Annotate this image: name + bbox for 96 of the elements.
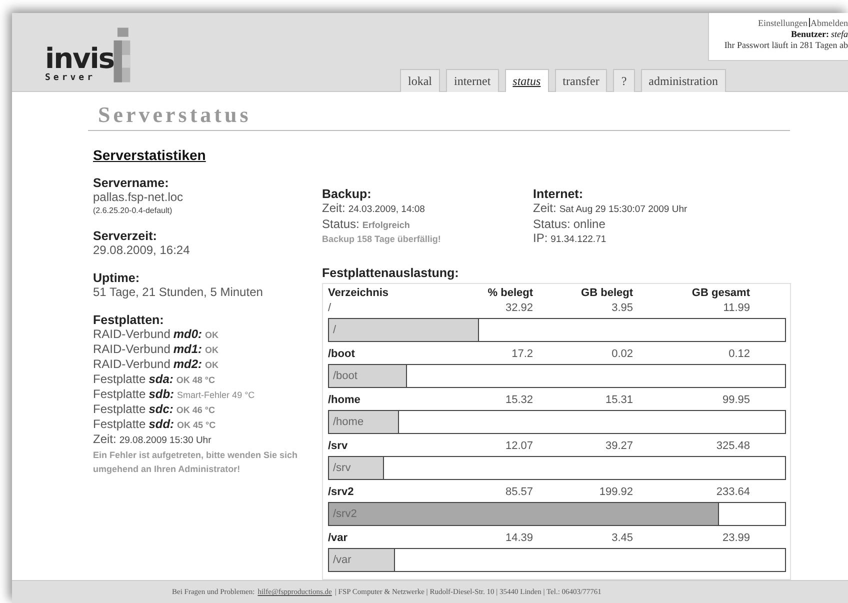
section-heading: Festplattenauslastung: xyxy=(322,266,460,280)
table-cell-text: 15.32 xyxy=(504,394,533,406)
table-cell-text: 39.27 xyxy=(604,440,633,452)
table-cell-text: 85.57 xyxy=(504,486,533,498)
field-value: 24.03.2009, 14:08 xyxy=(348,202,425,217)
disk-label: RAID-Verbund xyxy=(93,356,170,371)
table-cell-text: 32.92 xyxy=(504,302,533,314)
field-label: Zeit: xyxy=(322,200,346,215)
field-label: Status: xyxy=(533,216,570,231)
bar-label: /var xyxy=(333,554,352,566)
user-name: stefa xyxy=(831,29,848,39)
user-link[interactable]: Abmelden xyxy=(810,18,848,28)
table-cell-text: 0.02 xyxy=(610,348,633,360)
field-heading: Uptime: xyxy=(93,270,141,285)
disk-name: sda: xyxy=(148,372,174,386)
backup-warning: Backup 158 Tage überfällig! xyxy=(322,232,441,246)
field-heading: Servername: xyxy=(93,176,170,190)
field-heading: Internet: xyxy=(533,186,584,201)
table-cell-text: 14.39 xyxy=(504,532,533,544)
field-heading: Backup: xyxy=(322,186,372,201)
column-header: % belegt xyxy=(486,287,533,300)
field-value: online xyxy=(573,216,606,231)
table-cell-text: /var xyxy=(328,532,349,544)
disk-label: Festplatte xyxy=(93,386,146,401)
field-label: Zeit: xyxy=(533,200,556,215)
field-label: IP: xyxy=(533,230,548,245)
disk-status: OK xyxy=(205,328,219,342)
disk-name: md2: xyxy=(173,356,202,371)
table-cell-text: 23.99 xyxy=(721,532,750,544)
table-cell-text: 12.07 xyxy=(504,440,533,452)
disk-status: OK 46 °C xyxy=(176,404,216,417)
nav-tab[interactable]: lokal xyxy=(400,68,440,92)
column-header: GB belegt xyxy=(580,287,633,300)
time-label: Zeit: xyxy=(93,432,116,446)
user-link[interactable]: Einstellungen xyxy=(758,18,808,28)
bar-label: / xyxy=(333,324,336,336)
password-note: Ihr Passwort läuft in 281 Tagen ab xyxy=(723,40,848,51)
column-header: GB gesamt xyxy=(690,287,750,300)
table-cell-text: 99.95 xyxy=(721,394,750,406)
nav-tab[interactable]: internet xyxy=(446,68,499,92)
disk-label: RAID-Verbund xyxy=(93,326,170,341)
nav-tab[interactable]: ? xyxy=(613,68,635,92)
field-heading: Serverzeit: xyxy=(93,228,158,243)
field-value: pallas.fsp-net.loc xyxy=(93,190,184,204)
section-title: Serverstatistiken xyxy=(93,146,207,163)
disk-name: md0: xyxy=(173,326,202,341)
bar-label: /srv xyxy=(333,462,351,474)
kernel-version: (2.6.25.20-0.4-default) xyxy=(93,206,174,215)
table-cell-text: 3.95 xyxy=(610,302,633,314)
bar-label: /srv2 xyxy=(333,508,357,520)
bar-label: /home xyxy=(333,416,364,428)
disk-status: OK xyxy=(205,358,219,372)
table-cell-text: 11.99 xyxy=(722,302,750,314)
field-heading: Festplatten: xyxy=(93,312,165,327)
field-label: Status: xyxy=(322,216,360,231)
table-cell-text: /srv2 xyxy=(328,486,355,498)
disk-label: Festplatte xyxy=(93,402,146,416)
table-cell-text: /home xyxy=(328,394,362,406)
time-value: 29.08.2009 15:30 Uhr xyxy=(119,434,212,448)
field-value: 51 Tage, 21 Stunden, 5 Minuten xyxy=(93,284,264,299)
disk-status: OK 48 °C xyxy=(176,374,216,387)
disk-status: OK 45 °C xyxy=(177,418,216,432)
disk-status: Smart-Fehler 49 °C xyxy=(177,388,255,402)
block-tower-icon xyxy=(112,27,132,83)
table-cell-text: 3.45 xyxy=(610,532,633,544)
field-value: 29.08.2009, 16:24 xyxy=(93,242,191,257)
table-cell-text: 233.64 xyxy=(715,486,750,498)
disk-status: OK xyxy=(205,344,219,357)
disk-label: Festplatte xyxy=(93,372,146,386)
logo-subtitle: Server xyxy=(45,73,96,83)
nav-tab[interactable]: transfer xyxy=(554,68,608,92)
error-message: Ein Fehler ist aufgetreten, bitte wenden Sie sich umgehend an Ihren Administrator! xyxy=(93,448,299,476)
disk-name: sdc: xyxy=(148,402,174,416)
table-cell-text: /boot xyxy=(328,348,356,360)
user-label: Benutzer: xyxy=(791,29,829,39)
disk-label: RAID-Verbund xyxy=(93,342,170,356)
disk-name: md1: xyxy=(173,342,202,356)
column-header: Verzeichnis xyxy=(328,287,390,300)
table-cell-text: 15.31 xyxy=(604,394,633,406)
field-value: Erfolgreich xyxy=(362,218,410,232)
logo-text: invis xyxy=(45,45,114,73)
page-title: Serverstatus xyxy=(88,92,790,131)
table-cell-text: 199.92 xyxy=(598,486,633,498)
nav-tab[interactable]: administration xyxy=(640,68,726,92)
disk-name: sdb: xyxy=(148,386,174,401)
disk-name: sdd: xyxy=(148,416,174,431)
field-value: 91.34.122.71 xyxy=(550,232,606,247)
table-cell-text: /srv xyxy=(328,440,349,452)
field-value: Sat Aug 29 15:30:07 2009 Uhr xyxy=(559,202,688,217)
table-cell-text: / xyxy=(328,302,332,314)
table-cell-text: 0.12 xyxy=(728,348,750,360)
nav-tab[interactable]: status xyxy=(504,68,549,92)
disk-label: Festplatte xyxy=(93,416,146,431)
table-cell-text: 325.48 xyxy=(715,440,750,452)
bar-label: /boot xyxy=(333,370,358,382)
table-cell-text: 17.2 xyxy=(510,348,533,360)
